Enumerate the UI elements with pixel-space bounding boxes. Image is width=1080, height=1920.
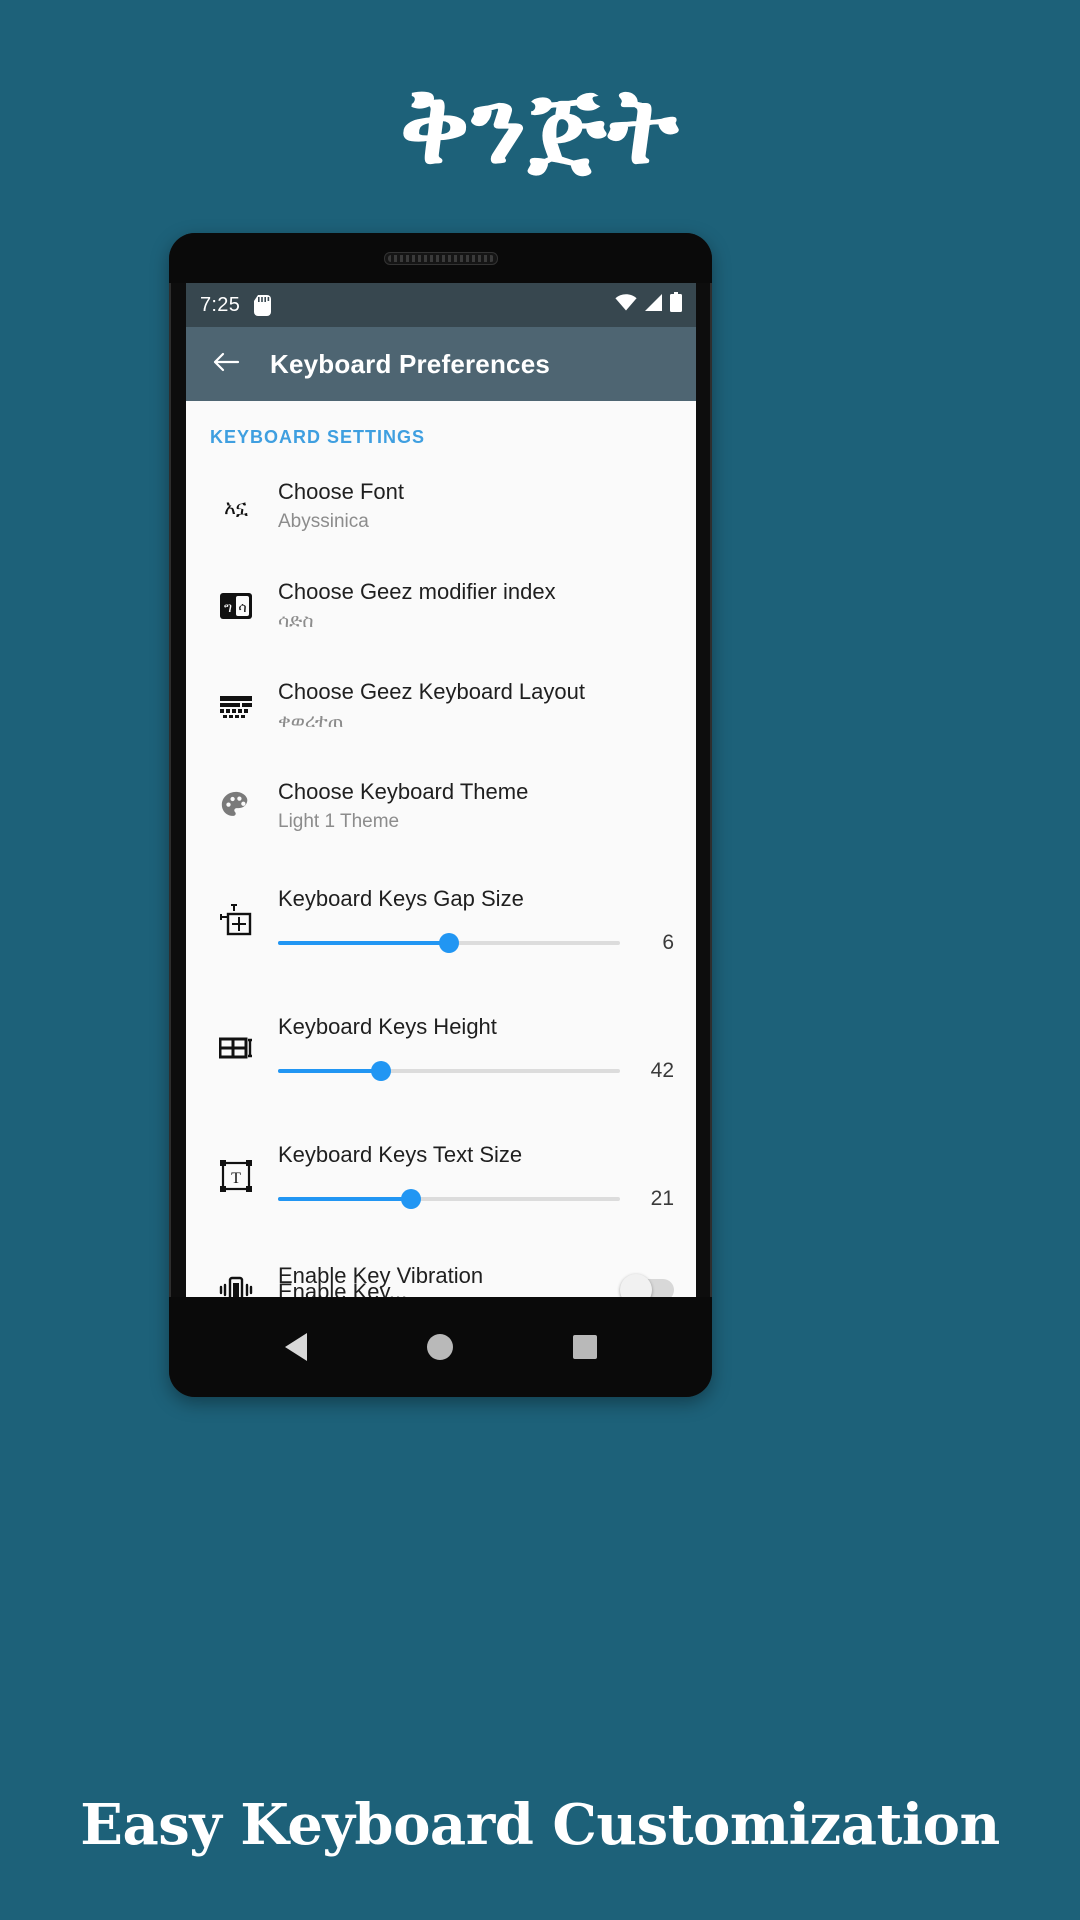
palette-icon bbox=[210, 789, 262, 823]
bottom-caption: Easy Keyboard Customization bbox=[80, 1792, 1000, 1858]
hero-title: ቅንጅት bbox=[399, 69, 681, 185]
keys-height-icon bbox=[210, 1034, 262, 1062]
status-bar: 7:25 bbox=[186, 283, 696, 327]
phone-mockup: 7:25 Keyboard Preferences KEYBOARD SETTI… bbox=[169, 233, 712, 1397]
toggle-thumb bbox=[620, 1274, 652, 1297]
geez-modifier-icon: ግ ሳ bbox=[210, 592, 262, 620]
list-item-title: Choose Font bbox=[278, 478, 404, 504]
status-bar-icons bbox=[615, 292, 682, 318]
list-item-subtitle: ሳድስ bbox=[278, 611, 314, 633]
slider-fill bbox=[278, 1068, 381, 1073]
slider-row[interactable]: 21 bbox=[278, 1187, 674, 1211]
phone-top-bezel bbox=[169, 233, 712, 283]
list-item-subtitle: Abyssinica bbox=[278, 511, 369, 533]
geez-font-icon: አኗ bbox=[210, 489, 262, 523]
list-item-title: Keyboard Keys Text Size bbox=[278, 1142, 523, 1168]
list-item-partial[interactable]: Enable Key... bbox=[186, 1279, 407, 1297]
list-item-choose-font[interactable]: አኗ Choose Font Abyssinica bbox=[186, 456, 696, 556]
svg-text:አኗ: አኗ bbox=[224, 495, 248, 519]
signal-icon bbox=[644, 293, 663, 317]
list-item-text: Choose Geez modifier index ሳድስ bbox=[262, 578, 674, 634]
list-item-title: Keyboard Keys Height bbox=[278, 1014, 497, 1040]
list-item-title: Choose Keyboard Theme bbox=[278, 778, 529, 804]
keyboard-layout-icon bbox=[210, 693, 262, 719]
status-bar-time: 7:25 bbox=[200, 293, 241, 316]
nav-recents-icon[interactable] bbox=[572, 1335, 597, 1359]
list-item-text: Keyboard Keys Gap Size 6 bbox=[262, 885, 674, 955]
speaker-grille bbox=[387, 255, 494, 262]
slider-track[interactable] bbox=[278, 1060, 620, 1081]
slider-row[interactable]: 6 bbox=[278, 931, 674, 955]
slider-thumb[interactable] bbox=[439, 932, 459, 953]
slider-thumb[interactable] bbox=[370, 1060, 391, 1081]
slider-value: 21 bbox=[650, 1186, 674, 1210]
list-item-keys-text-size[interactable]: T Keyboard Keys Text Size 21 bbox=[186, 1112, 696, 1240]
slider-track[interactable] bbox=[278, 1188, 620, 1209]
list-item-text: Choose Geez Keyboard Layout ቀወረተጠ bbox=[262, 678, 674, 734]
section-header-keyboard-settings: KEYBOARD SETTINGS bbox=[210, 427, 426, 447]
navigation-bar bbox=[169, 1297, 712, 1397]
list-item-keys-height[interactable]: Keyboard Keys Height 42 bbox=[186, 984, 696, 1112]
list-item-subtitle: ቀወረተጠ bbox=[278, 711, 344, 733]
back-button[interactable] bbox=[206, 344, 246, 384]
keys-text-size-icon: T bbox=[210, 1160, 262, 1192]
sd-card-icon bbox=[254, 294, 272, 316]
battery-icon bbox=[670, 292, 682, 318]
list-item-title: Choose Geez modifier index bbox=[278, 578, 556, 604]
list-item-subtitle: Light 1 Theme bbox=[278, 811, 400, 833]
nav-back-icon[interactable] bbox=[284, 1333, 307, 1361]
list-item-text: Choose Keyboard Theme Light 1 Theme bbox=[262, 778, 674, 834]
list-item-title: Choose Geez Keyboard Layout bbox=[278, 678, 585, 704]
slider-track[interactable] bbox=[278, 932, 620, 953]
phone-screen: 7:25 Keyboard Preferences KEYBOARD SETTI… bbox=[186, 283, 696, 1297]
list-item-text: Keyboard Keys Height 42 bbox=[262, 1013, 674, 1083]
list-item-geez-keyboard-layout[interactable]: Choose Geez Keyboard Layout ቀወረተጠ bbox=[186, 656, 696, 756]
slider-fill bbox=[278, 1196, 412, 1201]
nav-home-icon[interactable] bbox=[426, 1334, 453, 1360]
list-item-text: Keyboard Keys Text Size 21 bbox=[262, 1141, 674, 1211]
slider-value: 6 bbox=[662, 930, 674, 954]
slider-fill bbox=[278, 940, 449, 945]
svg-text:ሳ: ሳ bbox=[238, 600, 246, 616]
list-item-text: Choose Font Abyssinica bbox=[262, 478, 674, 534]
keys-gap-size-icon bbox=[210, 903, 262, 937]
list-item-keys-gap-size[interactable]: Keyboard Keys Gap Size 6 bbox=[186, 856, 696, 984]
settings-list[interactable]: KEYBOARD SETTINGS አኗ Choose Font Abyssin… bbox=[186, 401, 696, 1297]
slider-thumb[interactable] bbox=[401, 1188, 422, 1209]
slider-row[interactable]: 42 bbox=[278, 1059, 674, 1083]
list-item-title: Keyboard Keys Gap Size bbox=[278, 886, 524, 912]
page-title: Keyboard Preferences bbox=[270, 348, 551, 379]
list-item-keyboard-theme[interactable]: Choose Keyboard Theme Light 1 Theme bbox=[186, 756, 696, 856]
app-toolbar: Keyboard Preferences bbox=[186, 327, 696, 401]
key-vibration-toggle[interactable] bbox=[620, 1274, 674, 1297]
slider-value: 42 bbox=[650, 1058, 674, 1082]
arrow-back-icon bbox=[212, 350, 240, 379]
svg-text:T: T bbox=[231, 1170, 241, 1187]
earpiece-speaker bbox=[383, 252, 498, 265]
list-item-geez-modifier-index[interactable]: ግ ሳ Choose Geez modifier index ሳድስ bbox=[186, 556, 696, 656]
svg-text:ግ: ግ bbox=[224, 600, 232, 616]
wifi-icon bbox=[615, 293, 637, 317]
